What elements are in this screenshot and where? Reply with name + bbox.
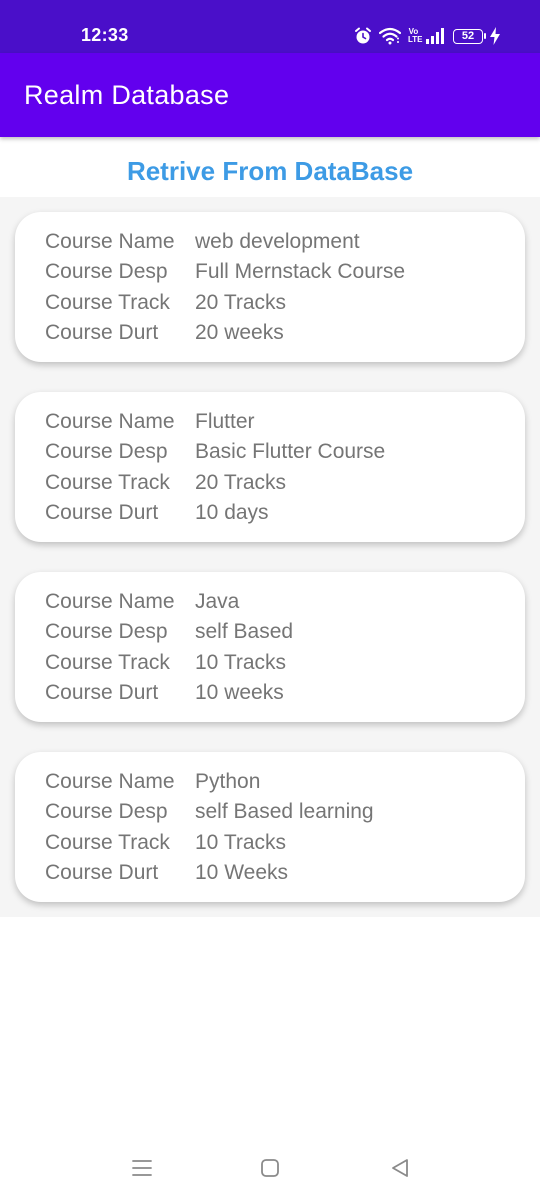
course-track-label: Course Track bbox=[45, 651, 170, 674]
course-name-row: Course Name web development bbox=[45, 230, 360, 260]
course-card-java[interactable]: Course Name Java Course Desp self Based Co… bbox=[15, 572, 525, 722]
volte-icon: Vo LTE bbox=[408, 28, 423, 44]
course-desp-value: self Based bbox=[195, 620, 294, 643]
course-name-row: Course Name Java bbox=[45, 590, 239, 620]
signal-icon bbox=[426, 28, 446, 44]
course-name-row: Course Name Python bbox=[45, 770, 260, 800]
course-desp-value: Basic Flutter Course bbox=[195, 440, 386, 463]
battery-level: 52 bbox=[461, 29, 475, 42]
course-track-value: 10 Tracks bbox=[195, 651, 287, 674]
course-desp-value: self Based learning bbox=[195, 800, 374, 823]
course-durt-label: Course Durt bbox=[45, 861, 159, 884]
course-track-label: Course Track bbox=[45, 471, 170, 494]
course-name-label: Course Name bbox=[45, 770, 175, 793]
course-name-label: Course Name bbox=[45, 590, 175, 613]
course-durt-label: Course Durt bbox=[45, 681, 159, 704]
status-icons: Vo LTE 52 bbox=[354, 23, 500, 49]
course-card-flutter[interactable]: Course Name Flutter Course Desp Basic Flut… bbox=[15, 392, 525, 542]
course-durt-row: Course Durt 20 weeks bbox=[45, 321, 284, 351]
course-desp-row: Course Desp self Based learning bbox=[45, 800, 374, 830]
course-name-label: Course Name bbox=[45, 410, 175, 433]
page-heading: Retrive From DataBase bbox=[126, 156, 414, 186]
wifi-icon bbox=[379, 27, 401, 45]
course-desp-value: Full Mernstack Course bbox=[195, 260, 406, 283]
course-desp-label: Course Desp bbox=[45, 260, 168, 283]
status-bar: 12:33 Vo LTE 52 bbox=[0, 0, 540, 53]
course-track-value: 20 Tracks bbox=[195, 291, 287, 314]
course-desp-row: Course Desp Full Mernstack Course bbox=[45, 260, 405, 290]
course-durt-value: 10 Weeks bbox=[195, 861, 288, 884]
course-list[interactable]: Course Name web development Course Desp Fu… bbox=[0, 197, 540, 917]
course-track-value: 20 Tracks bbox=[195, 471, 287, 494]
home-icon[interactable] bbox=[258, 1156, 282, 1180]
app-title: Realm Database bbox=[24, 80, 230, 110]
status-time: 12:33 bbox=[81, 25, 129, 45]
course-name-value: web development bbox=[195, 230, 360, 253]
course-name-value: Flutter bbox=[195, 410, 255, 433]
course-track-row: Course Track 20 Tracks bbox=[45, 291, 286, 321]
course-name-row: Course Name Flutter bbox=[45, 410, 255, 440]
battery-icon: 52 bbox=[453, 28, 486, 44]
course-durt-row: Course Durt 10 days bbox=[45, 501, 269, 531]
charging-icon bbox=[490, 27, 500, 45]
alarm-icon bbox=[354, 27, 372, 45]
course-durt-label: Course Durt bbox=[45, 501, 159, 524]
course-name-value: Python bbox=[195, 770, 261, 793]
back-icon[interactable] bbox=[388, 1156, 412, 1180]
course-name-label: Course Name bbox=[45, 230, 175, 253]
course-durt-label: Course Durt bbox=[45, 321, 159, 344]
volte-line2: LTE bbox=[408, 35, 423, 44]
course-durt-value: 20 weeks bbox=[195, 321, 284, 344]
course-track-value: 10 Tracks bbox=[195, 831, 287, 854]
course-track-row: Course Track 10 Tracks bbox=[45, 831, 286, 861]
course-durt-row: Course Durt 10 weeks bbox=[45, 681, 284, 711]
course-durt-value: 10 weeks bbox=[195, 681, 284, 704]
course-track-row: Course Track 10 Tracks bbox=[45, 651, 286, 681]
course-name-value: Java bbox=[195, 590, 240, 613]
course-desp-row: Course Desp Basic Flutter Course bbox=[45, 440, 385, 470]
app-bar: Realm Database bbox=[0, 53, 540, 137]
course-desp-row: Course Desp self Based bbox=[45, 620, 293, 650]
course-card-python[interactable]: Course Name Python Course Desp self Based … bbox=[15, 752, 525, 902]
menu-icon[interactable] bbox=[130, 1156, 154, 1180]
course-card-web-development[interactable]: Course Name web development Course Desp Fu… bbox=[15, 212, 525, 362]
course-durt-value: 10 days bbox=[195, 501, 269, 524]
course-track-label: Course Track bbox=[45, 291, 170, 314]
course-desp-label: Course Desp bbox=[45, 440, 168, 463]
course-desp-label: Course Desp bbox=[45, 620, 168, 643]
course-track-label: Course Track bbox=[45, 831, 170, 854]
course-track-row: Course Track 20 Tracks bbox=[45, 471, 286, 501]
course-durt-row: Course Durt 10 Weeks bbox=[45, 861, 288, 891]
course-desp-label: Course Desp bbox=[45, 800, 168, 823]
navigation-bar bbox=[0, 1140, 540, 1200]
